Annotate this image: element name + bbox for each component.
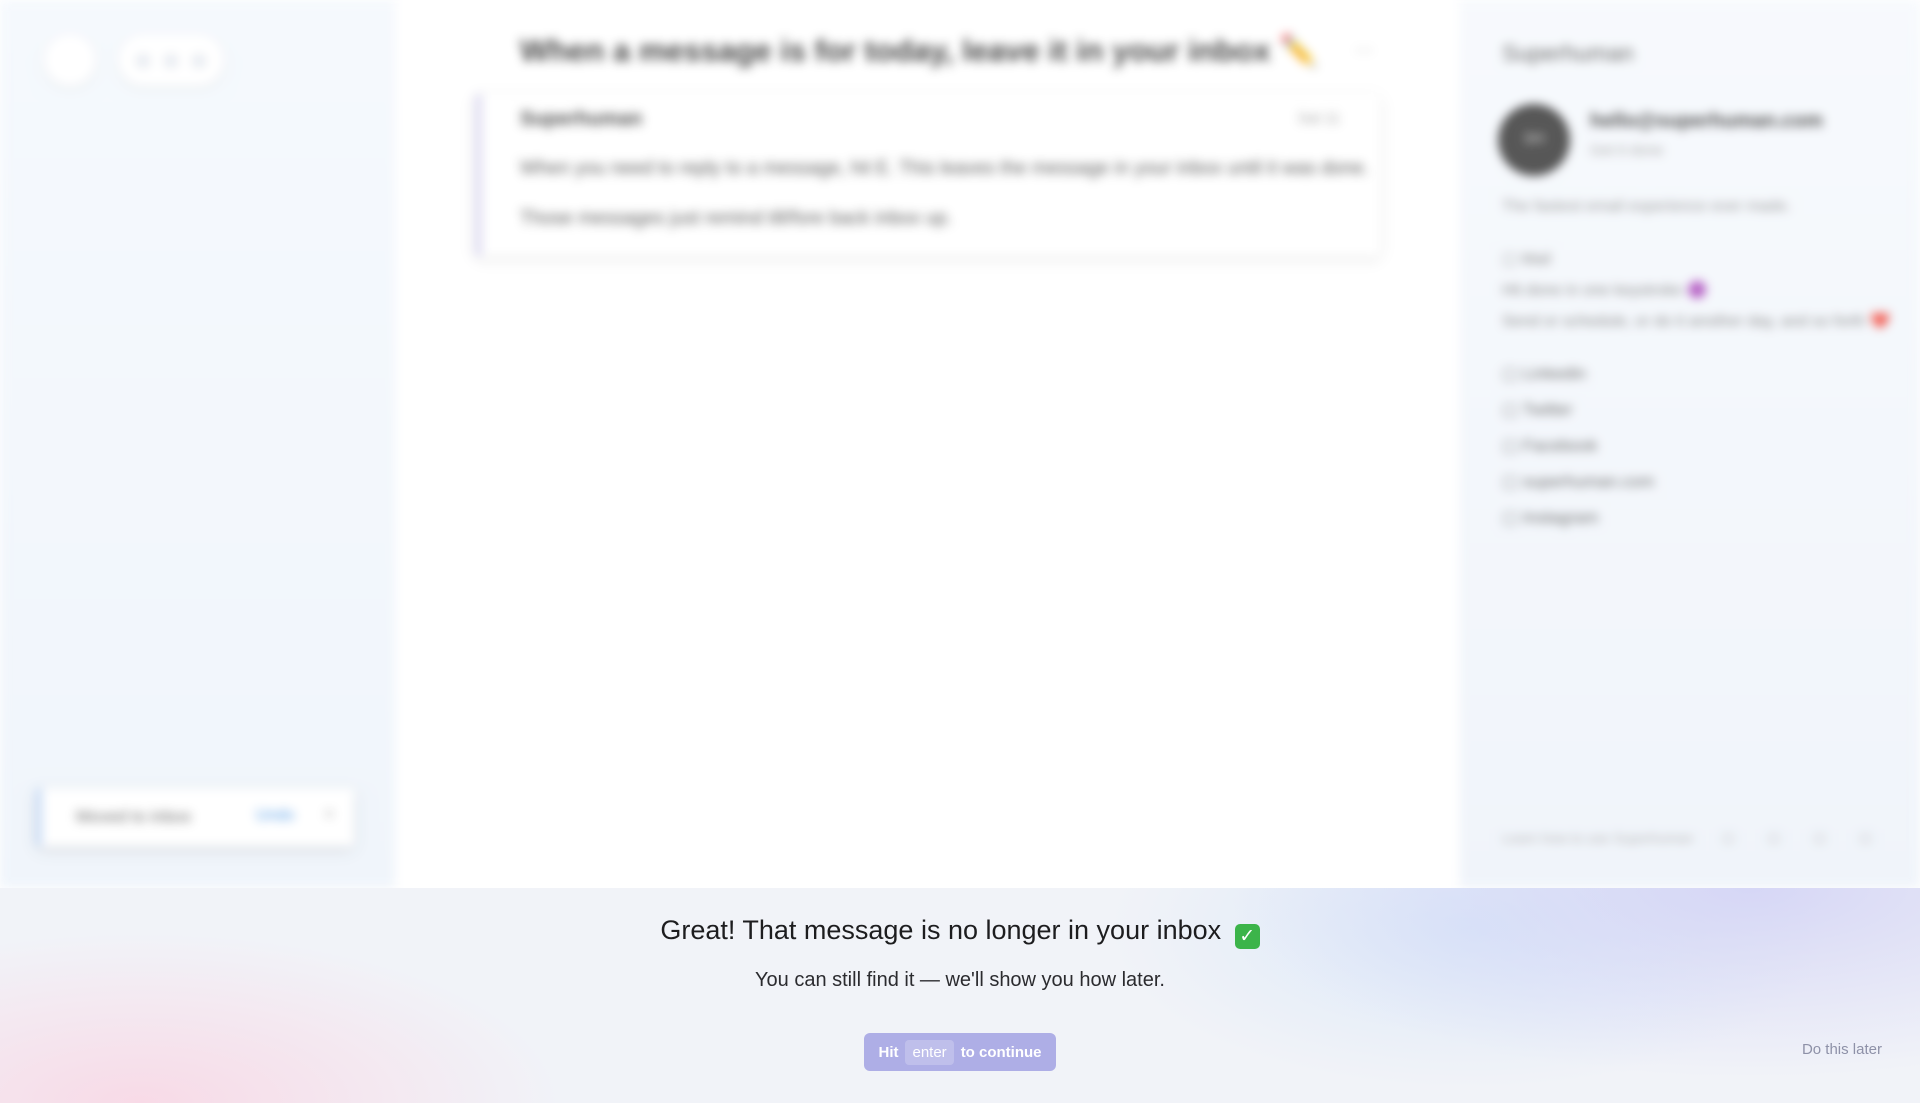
- contact-recent-item[interactable]: Hit done in one keystroke 🟣: [1502, 275, 1890, 306]
- sidebar-footer-text[interactable]: Learn how to use Superhuman: [1502, 830, 1693, 846]
- nav-dot-icon: [164, 54, 178, 68]
- contact-link-item[interactable]: ▢ superhuman.com: [1502, 464, 1654, 500]
- contact-link-item[interactable]: ▢ Linkedin: [1502, 356, 1654, 392]
- message-body-line: Those messages just remind till/fore bac…: [520, 208, 952, 229]
- onboarding-banner: Great! That message is no longer in your…: [0, 888, 1920, 1103]
- enter-key-badge: enter: [905, 1039, 954, 1065]
- contact-description: The fastest email experience ever made.: [1502, 198, 1792, 215]
- check-mark-icon: ✓: [1234, 924, 1260, 949]
- contact-link-item[interactable]: ▢ Twitter: [1502, 392, 1654, 428]
- contact-recent-item[interactable]: Send or schedule, or do it another day, …: [1502, 306, 1890, 337]
- contact-link-item[interactable]: ▢ Instagram: [1502, 500, 1654, 536]
- banner-headline-text: Great! That message is no longer in your…: [660, 915, 1222, 945]
- nav-pill[interactable]: [118, 34, 224, 86]
- message-body-line: When you need to reply to a message, hit…: [520, 158, 1369, 179]
- contact-sidebar-title: Superhuman: [1502, 40, 1634, 66]
- toast-text: Moved to inbox: [76, 807, 192, 826]
- contact-sidebar: Superhuman SH hello@superhuman.com Get i…: [1460, 0, 1920, 888]
- avatar-initials: SH: [1523, 130, 1545, 147]
- nav-dot-icon: [192, 54, 206, 68]
- sidebar-footer-icons[interactable]: ◻ ◻ ◻ ◻: [1722, 828, 1886, 848]
- banner-headline: Great! That message is no longer in your…: [0, 915, 1920, 949]
- continue-button-suffix: to continue: [960, 1043, 1042, 1061]
- menu-button[interactable]: [44, 34, 96, 86]
- contact-recent-item[interactable]: ▢ Mail: [1502, 244, 1890, 275]
- message-time: Sat 11: [1297, 110, 1340, 127]
- message-sender: Superhuman: [520, 108, 643, 130]
- undo-toast: Moved to inbox Undo ×: [36, 788, 354, 846]
- toast-undo-link[interactable]: Undo: [256, 807, 294, 825]
- main-pane: When a message is for today, leave it in…: [395, 0, 1460, 888]
- app-background: Moved to inbox Undo × When a message is …: [0, 0, 1920, 888]
- contact-subtitle: Get it done: [1590, 142, 1664, 159]
- left-sidebar: Moved to inbox Undo ×: [0, 0, 395, 888]
- banner-subtext: You can still find it — we'll show you h…: [755, 969, 1165, 991]
- contact-email[interactable]: hello@superhuman.com: [1590, 110, 1823, 133]
- subject-actions[interactable]: ‹ › ⋯: [1245, 40, 1395, 61]
- do-this-later-link[interactable]: Do this later: [1802, 1041, 1882, 1058]
- toast-close-icon[interactable]: ×: [324, 804, 335, 825]
- contact-links: ▢ Linkedin ▢ Twitter ▢ Facebook ▢ superh…: [1502, 356, 1654, 536]
- email-subject: When a message is for today, leave it in…: [520, 33, 1318, 68]
- nav-dot-icon: [136, 54, 150, 68]
- avatar: SH: [1498, 104, 1570, 176]
- continue-button-prefix: Hit: [878, 1043, 899, 1061]
- contact-recent-list: ▢ Mail Hit done in one keystroke 🟣 Send …: [1502, 244, 1890, 337]
- contact-link-item[interactable]: ▢ Facebook: [1502, 428, 1654, 464]
- continue-button[interactable]: Hit enter to continue: [864, 1033, 1056, 1071]
- message-card[interactable]: Superhuman Sat 11 When you need to reply…: [475, 94, 1380, 256]
